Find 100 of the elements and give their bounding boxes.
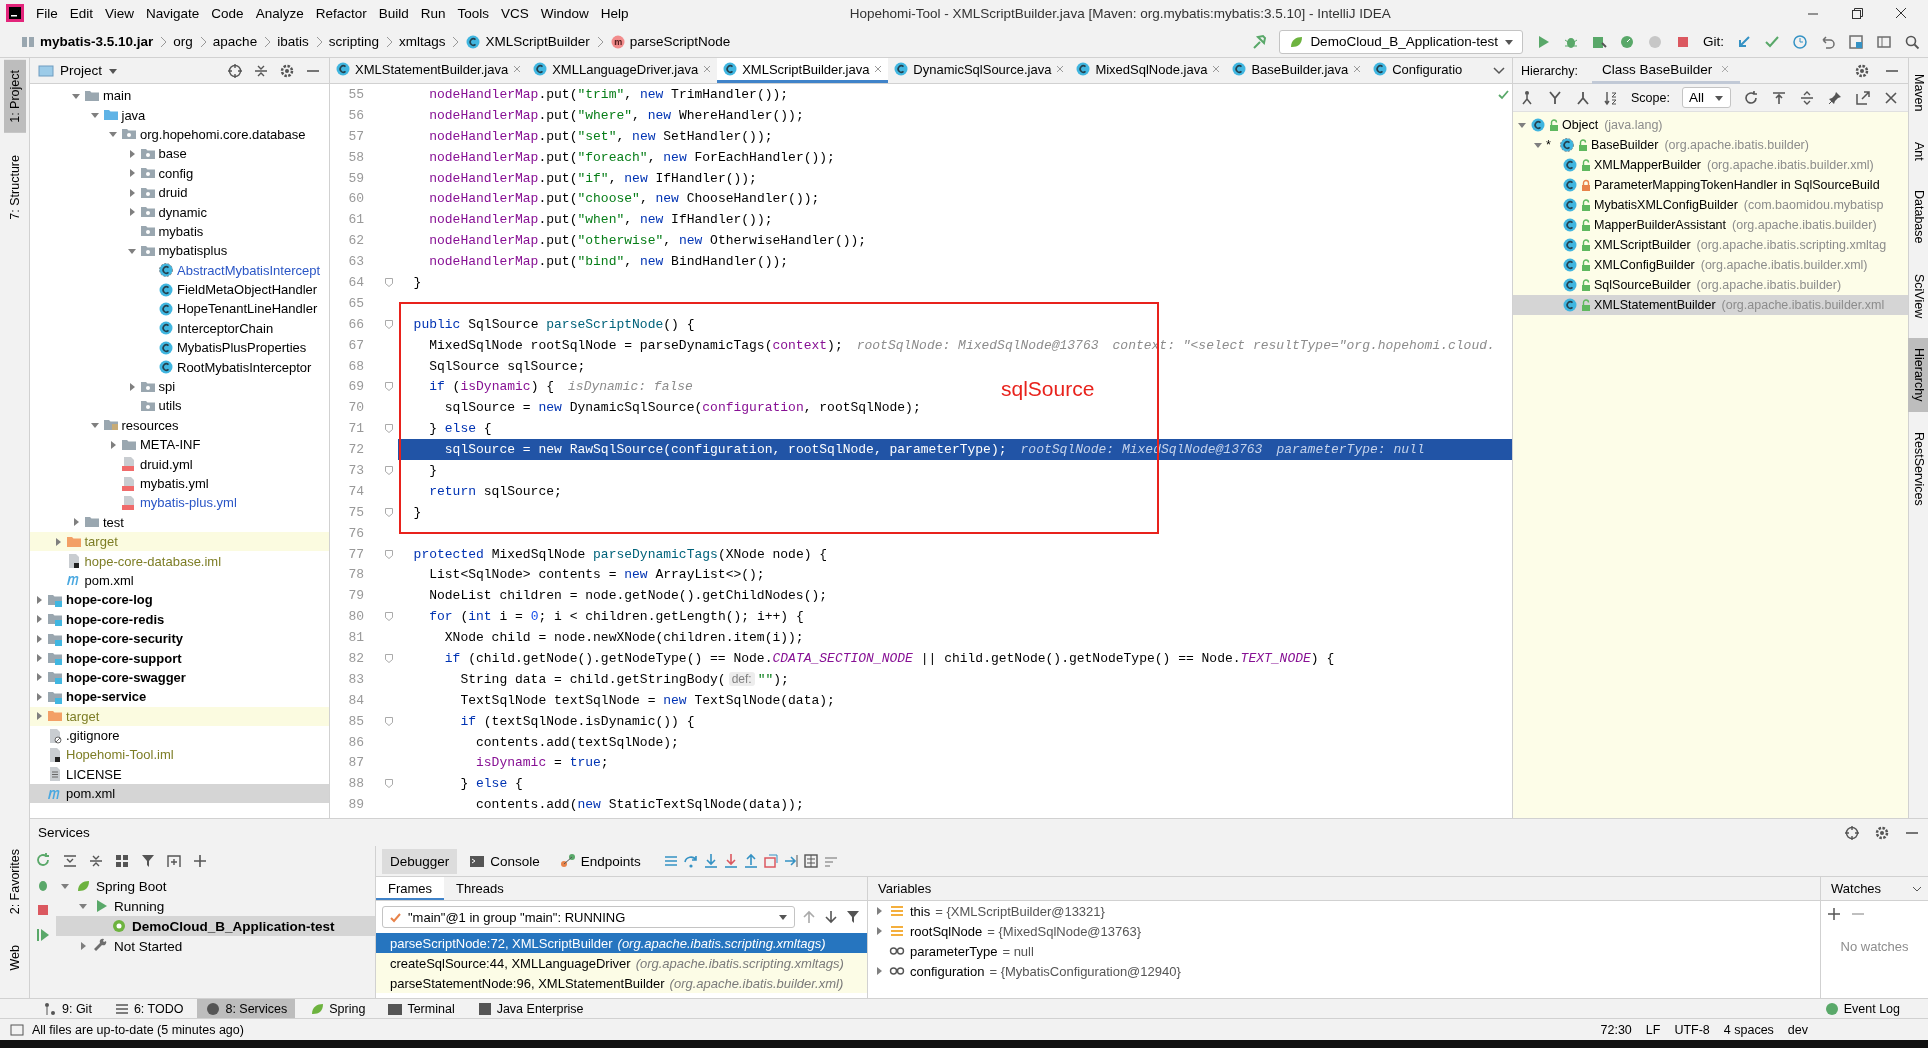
settings-icon[interactable] <box>279 62 295 79</box>
tool-window-tab[interactable]: 1: Project <box>3 60 26 133</box>
editor-tab[interactable]: XMLStatementBuilder.java <box>330 58 528 83</box>
tool-window-tab[interactable]: RestServices <box>1907 421 1928 516</box>
tree-row[interactable]: target <box>30 532 329 552</box>
previous-icon[interactable] <box>801 909 817 925</box>
fold-marker-icon[interactable] <box>384 548 394 560</box>
step-into-icon[interactable] <box>702 853 719 869</box>
hierarchy-row[interactable]: * BaseBuilder (org.apache.ibatis.builder) <box>1513 135 1908 155</box>
next-icon[interactable] <box>823 909 839 925</box>
tool-window-tab[interactable]: 2: Favorites <box>3 839 26 925</box>
tree-row[interactable]: Hopehomi-Tool.iml <box>30 745 329 765</box>
fold-marker-icon[interactable] <box>384 653 394 664</box>
filter-icon[interactable] <box>140 853 156 869</box>
editor-tab[interactable]: XMLScriptBuilder.java <box>717 58 889 83</box>
update-project-icon[interactable] <box>1736 33 1752 50</box>
collapsed-arrow-icon[interactable] <box>34 614 44 625</box>
tree-row[interactable]: RootMybatisInterceptor <box>30 357 329 377</box>
tool-window-tab[interactable]: Hierarchy <box>1907 338 1928 412</box>
project-structure-icon[interactable] <box>1848 33 1864 50</box>
collapsed-arrow-icon[interactable] <box>34 711 44 722</box>
tree-row[interactable]: spi <box>30 376 329 397</box>
project-view-dropdown[interactable]: Project <box>38 62 119 79</box>
fold-marker-icon[interactable] <box>384 381 394 393</box>
collapsed-arrow-icon[interactable] <box>78 941 88 951</box>
subtypes-icon[interactable] <box>1547 89 1563 106</box>
tool-window-button[interactable]: Terminal <box>379 998 463 1019</box>
menu-item[interactable]: Run <box>414 5 452 21</box>
menu-item[interactable]: View <box>99 5 141 21</box>
expand-all-icon[interactable] <box>1798 89 1815 106</box>
stack-frame-row[interactable]: parseStatementNode:96, XMLStatementBuilder (org.apache.ibatis.builder.xml) <box>376 973 867 993</box>
service-row[interactable]: Not Started <box>56 936 375 956</box>
new-tab-icon[interactable] <box>166 853 182 869</box>
hierarchy-row[interactable]: MybatisXMLConfigBuilder (com.baomidou.mybatisp <box>1513 195 1908 215</box>
menu-item[interactable]: File <box>30 5 64 21</box>
collapse-all-icon[interactable] <box>88 853 104 869</box>
tree-row[interactable]: config <box>30 163 329 183</box>
fold-marker-icon[interactable] <box>384 715 394 727</box>
breadcrumb-item[interactable]: parseScriptNode <box>629 34 731 49</box>
fold-marker-icon[interactable] <box>384 506 394 518</box>
tree-row[interactable]: resources <box>30 415 329 436</box>
add-icon[interactable] <box>192 853 208 869</box>
collapsed-arrow-icon[interactable] <box>34 672 44 683</box>
tree-row[interactable]: hope-core-support <box>30 648 329 668</box>
export-icon[interactable] <box>1770 89 1787 106</box>
status-item[interactable]: dev <box>1787 1022 1808 1037</box>
evaluate-icon[interactable] <box>802 853 819 869</box>
expanded-arrow-icon[interactable] <box>1533 140 1543 150</box>
hierarchy-row[interactable]: MapperBuilderAssistant (org.apache.ibatis.builder) <box>1513 215 1908 235</box>
hierarchy-row[interactable]: ParameterMappingTokenHandler in SqlSourceBuild <box>1513 175 1908 195</box>
breadcrumb-item[interactable]: org <box>173 34 193 49</box>
frames-tab[interactable]: Frames <box>376 877 445 900</box>
expand-all-icon[interactable] <box>62 853 78 869</box>
fold-marker-icon[interactable] <box>384 464 394 476</box>
tree-row[interactable]: InterceptorChain <box>30 318 329 339</box>
resume-icon[interactable] <box>35 927 51 943</box>
breadcrumb-item[interactable]: apache <box>212 34 258 49</box>
sort-alpha-icon[interactable] <box>1603 89 1619 106</box>
stack-frame-row[interactable]: createSqlSource:44, XMLLanguageDriver (org.apache.ibatis.scripting.xmltags) <box>376 953 867 973</box>
settings-icon[interactable] <box>1854 62 1870 79</box>
settings-icon[interactable] <box>1874 824 1890 841</box>
tree-row[interactable]: mybatis-plus.yml <box>30 493 329 513</box>
tool-window-button[interactable]: 9: Git <box>34 998 100 1019</box>
run-to-cursor-icon[interactable] <box>782 853 799 869</box>
tool-window-button[interactable]: Spring <box>301 998 374 1019</box>
expanded-arrow-icon[interactable] <box>78 901 88 911</box>
fold-marker-icon[interactable] <box>384 611 394 623</box>
caret-icon[interactable] <box>1912 884 1922 893</box>
open-in-window-icon[interactable] <box>1854 89 1871 106</box>
tree-row[interactable]: LICENSE <box>30 764 329 785</box>
tree-row[interactable]: hope-service <box>30 687 329 707</box>
breadcrumb-item[interactable]: XMLScriptBuilder <box>485 34 590 49</box>
tree-row[interactable]: HopeTenantLineHandler <box>30 299 329 319</box>
status-item[interactable]: 4 spaces <box>1723 1022 1774 1037</box>
frames-tab[interactable]: Threads <box>444 877 516 900</box>
tool-window-tab[interactable]: 7: Structure <box>3 144 26 230</box>
refresh-icon[interactable] <box>1742 89 1759 106</box>
type-hierarchy-icon[interactable] <box>1575 89 1591 106</box>
breadcrumb-item[interactable]: ibatis <box>277 34 309 49</box>
tree-row[interactable]: AbstractMybatisIntercept <box>30 260 329 280</box>
tree-row[interactable]: test <box>30 512 329 532</box>
status-item[interactable]: UTF-8 <box>1674 1022 1710 1037</box>
menu-item[interactable]: Navigate <box>140 5 206 21</box>
debugger-tab[interactable]: Endpoints <box>551 848 649 874</box>
tool-window-tab[interactable]: Web <box>3 934 26 980</box>
tree-row[interactable]: java <box>30 105 329 125</box>
rerun-icon[interactable] <box>35 852 51 868</box>
tool-window-button[interactable]: 8: Services <box>197 998 296 1019</box>
breadcrumb-item[interactable]: mybatis-3.5.10.jar <box>40 34 154 49</box>
event-log-button[interactable]: Event Log <box>1815 998 1908 1019</box>
collapsed-arrow-icon[interactable] <box>874 966 884 976</box>
tool-window-tab[interactable]: Maven <box>1907 64 1928 122</box>
maximize-icon[interactable] <box>1850 6 1864 20</box>
menu-item[interactable]: Window <box>534 5 595 21</box>
menu-icon[interactable] <box>662 853 679 869</box>
tree-row[interactable]: mybatis <box>30 221 329 242</box>
collapsed-arrow-icon[interactable] <box>34 633 44 644</box>
editor-tab[interactable]: DynamicSqlSource.java <box>888 58 1071 83</box>
hierarchy-row[interactable]: XMLScriptBuilder (org.apache.ibatis.scripting.xmltag <box>1513 235 1908 255</box>
supertypes-icon[interactable] <box>1519 89 1535 106</box>
